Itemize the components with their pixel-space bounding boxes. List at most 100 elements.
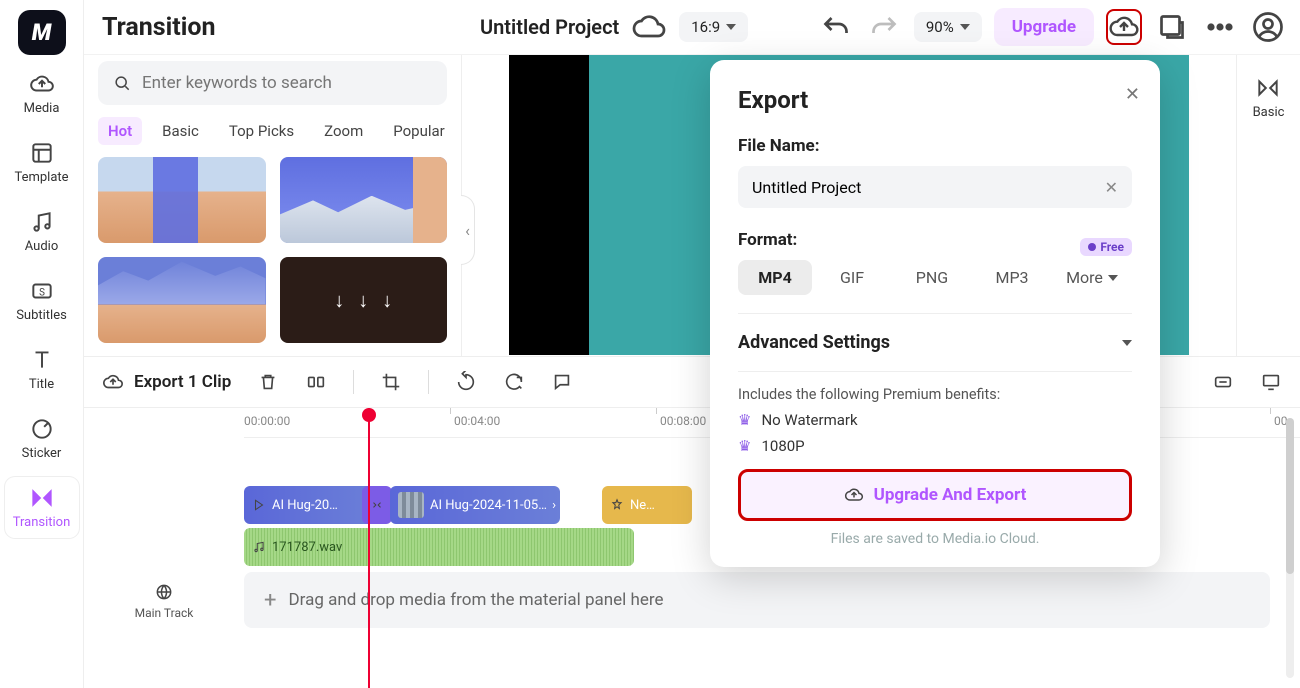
text-icon [29,347,55,373]
split-button[interactable] [305,371,327,393]
playhead[interactable] [368,408,370,688]
chip-zoom[interactable]: Zoom [314,117,373,145]
canvas-letterbox [509,55,589,355]
chip-popular[interactable]: Popular [383,117,447,145]
text-clip[interactable]: Ne… [602,486,692,524]
star-icon [610,498,624,512]
format-gif[interactable]: GIF [812,260,892,295]
clip-label: AI Hug-2024-11-05… [430,498,547,513]
dropzone-label: Drag and drop media from the material pa… [288,590,663,610]
chip-top-picks[interactable]: Top Picks [219,117,304,145]
transition-clip[interactable] [362,486,392,524]
more-menu-button[interactable] [1202,9,1238,45]
video-clip[interactable]: AI Hug-20… [244,486,374,524]
tool-button-3[interactable] [551,371,573,393]
category-chips: Hot Basic Top Picks Zoom Popular Speed [98,117,447,145]
panel-collapse-handle[interactable]: ‹ [461,195,475,265]
format-png[interactable]: PNG [892,260,972,295]
aspect-ratio-select[interactable]: 16:9 [679,12,748,42]
transition-icon [1255,75,1281,101]
format-mp3[interactable]: MP3 [972,260,1052,295]
redo-button[interactable] [866,9,902,45]
tool-button-2[interactable] [503,371,525,393]
search-icon [112,73,132,93]
transition-icon [370,498,384,512]
sidebar-item-sticker[interactable]: Sticker [5,408,79,469]
chip-basic[interactable]: Basic [152,117,209,145]
clear-input-button[interactable]: ✕ [1105,178,1118,197]
app-sidebar: M Media Template Audio S Subtitles Title… [0,0,84,688]
sidebar-item-label: Subtitles [16,308,67,323]
account-button[interactable] [1250,9,1286,45]
rail-item-basic[interactable]: Basic [1253,75,1285,120]
user-icon [1250,9,1286,45]
chip-hot[interactable]: Hot [98,117,142,145]
transition-thumb[interactable] [98,157,266,243]
redo-icon [866,9,902,45]
app-logo: M [18,10,66,55]
time-tick: 00:08:00 [660,414,706,428]
upgrade-and-export-button[interactable]: Upgrade And Export [738,469,1132,521]
chevron-right-icon: › [552,498,556,513]
file-name-label: File Name: [738,136,1132,156]
advanced-settings-toggle[interactable]: Advanced Settings [738,332,1132,372]
display-button[interactable] [1260,371,1282,393]
plus-icon: + [264,588,276,613]
media-dropzone[interactable]: + Drag and drop media from the material … [244,572,1270,628]
benefits-intro: Includes the following Premium benefits: [738,386,1132,403]
refresh-icon [503,371,525,393]
arrow-down-icon: ↓ [358,288,368,313]
video-clip[interactable]: AI Hug-2024-11-05… › [390,486,560,524]
properties-rail: Basic [1236,55,1300,356]
transition-thumb[interactable] [280,157,448,243]
rail-item-label: Basic [1253,105,1285,120]
save-note: Files are saved to Media.io Cloud. [738,531,1132,547]
export-clip-button[interactable]: Export 1 Clip [102,371,231,393]
tool-button-1[interactable] [455,371,477,393]
sidebar-item-audio[interactable]: Audio [5,201,79,262]
fit-button[interactable] [1212,371,1234,393]
format-mp4[interactable]: MP4 [738,260,812,295]
file-name-input-wrapper[interactable]: ✕ [738,166,1132,208]
file-name-input[interactable] [752,178,1105,197]
search-input[interactable] [142,73,433,93]
search-input-wrapper[interactable] [98,61,447,105]
modal-close-button[interactable]: ✕ [1125,84,1140,105]
more-label: More [1066,268,1103,287]
sidebar-item-media[interactable]: Media [5,63,79,124]
svg-text:S: S [39,287,45,298]
zoom-select[interactable]: 90% [914,12,982,42]
rotate-icon [455,371,477,393]
delete-button[interactable] [257,371,279,393]
cloud-sync-button[interactable] [631,9,667,45]
format-label: Format: [738,230,1132,250]
chevron-down-icon [1108,275,1118,281]
export-button[interactable] [1106,9,1142,45]
transition-thumb[interactable]: ↓↓↓ [280,257,448,343]
sidebar-item-label: Template [14,170,68,185]
undo-button[interactable] [818,9,854,45]
layers-button[interactable] [1154,9,1190,45]
sidebar-item-subtitles[interactable]: S Subtitles [5,270,79,331]
audio-clip[interactable]: 171787.wav [244,528,634,566]
transition-thumb[interactable] [98,257,266,343]
chevron-down-icon [960,24,970,30]
sidebar-item-transition[interactable]: Transition [5,477,79,538]
play-icon [252,498,266,512]
sidebar-item-title[interactable]: Title [5,339,79,400]
crop-button[interactable] [380,371,402,393]
monitor-icon [1260,371,1282,393]
upgrade-button[interactable]: Upgrade [994,8,1094,46]
benefit-label: No Watermark [761,411,857,429]
project-title[interactable]: Untitled Project [480,15,619,39]
chevron-down-icon [726,24,736,30]
crown-icon: ♛ [738,437,751,455]
sidebar-item-label: Transition [13,515,71,530]
panel-title: Transition [98,13,468,42]
format-more[interactable]: More [1052,260,1132,295]
sidebar-item-template[interactable]: Template [5,132,79,193]
scrollbar-thumb[interactable] [1286,418,1294,574]
timeline-scrollbar[interactable] [1286,418,1294,678]
split-icon [305,371,327,393]
sidebar-item-label: Audio [25,239,58,254]
